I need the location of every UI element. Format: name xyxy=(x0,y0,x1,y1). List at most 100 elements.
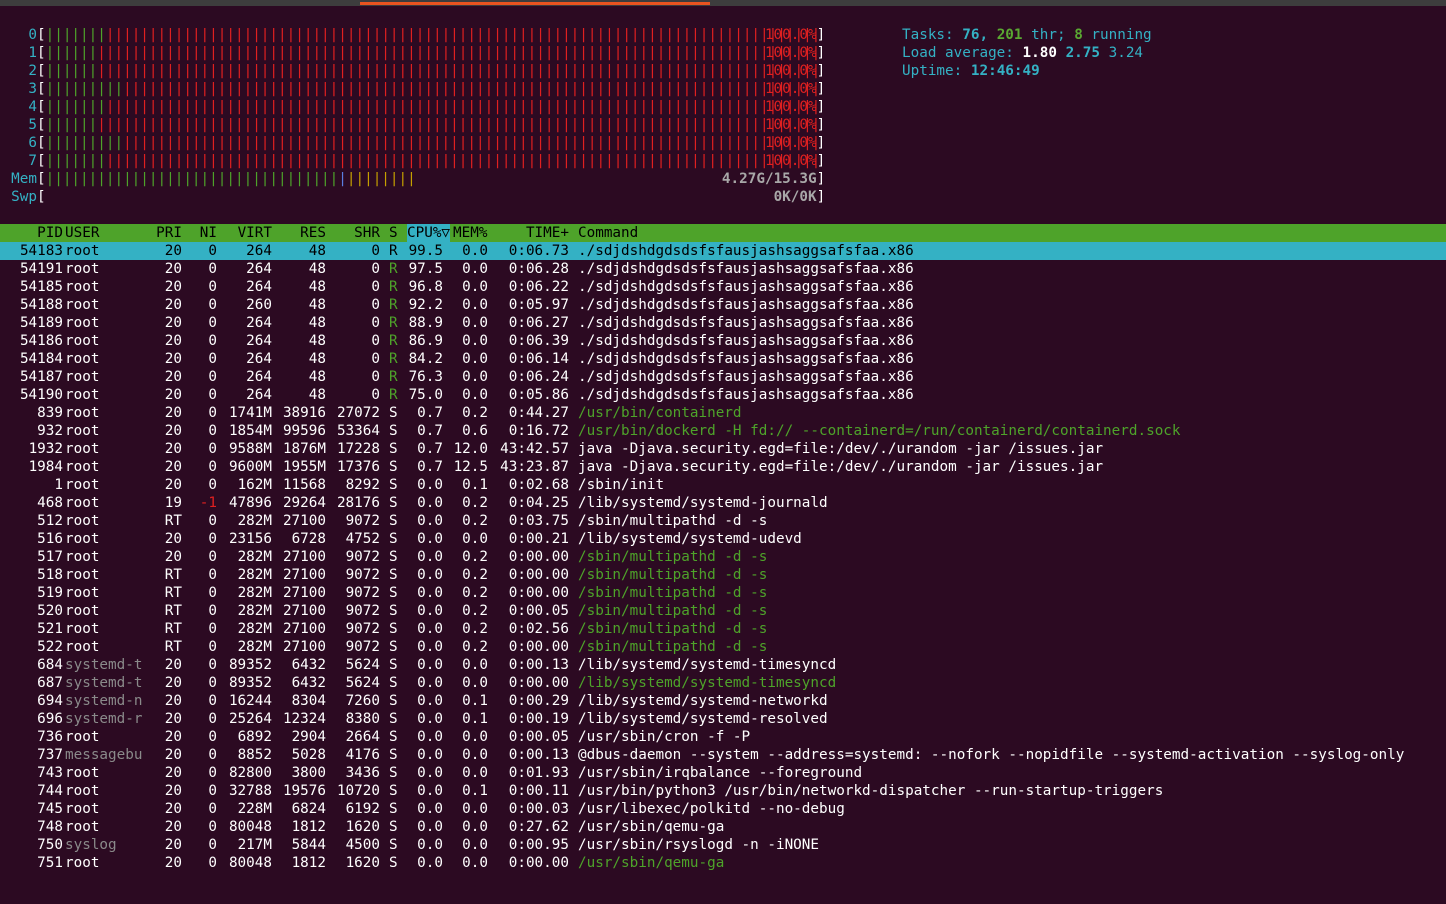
process-pid: 518 xyxy=(37,567,63,583)
meter-fill: ||||||||||||||||||||||||||||||||||||||||… xyxy=(45,81,817,97)
header-state[interactable]: S xyxy=(389,224,398,242)
process-row[interactable]: 748 root 20 0 80048 1812 1620 S 0.0 0.0 0:27.62/us… xyxy=(0,818,1446,836)
process-row[interactable]: 684 systemd-t 20 0 89352 6432 5624 S 0.0 0.0 0:00.… xyxy=(0,656,1446,674)
process-pid: 54185 xyxy=(19,279,63,295)
process-shr: 0 xyxy=(371,279,380,295)
running-count: 8 xyxy=(1074,27,1083,43)
header-shr[interactable]: SHR xyxy=(354,224,380,242)
process-row[interactable]: 522 root RT 0 282M 27100 9072 S 0.0 0.2 0:00.00/sb… xyxy=(0,638,1446,656)
process-row[interactable]: 512 root RT 0 282M 27100 9072 S 0.0 0.2 0:03.75/sb… xyxy=(0,512,1446,530)
header-time[interactable]: TIME+ xyxy=(526,224,569,242)
process-virt: 264 xyxy=(246,261,272,277)
process-row[interactable]: 750 syslog 20 0 217M 5844 4500 S 0.0 0.0 0:00.95/u… xyxy=(0,836,1446,854)
process-row[interactable]: 694 systemd-n 20 0 16244 8304 7260 S 0.0 0.1 0:00.… xyxy=(0,692,1446,710)
process-row[interactable]: 518 root RT 0 282M 27100 9072 S 0.0 0.2 0:00.00/sb… xyxy=(0,566,1446,584)
header-res[interactable]: RES xyxy=(300,224,326,242)
process-user: root xyxy=(65,477,100,493)
header-pid[interactable]: PID xyxy=(37,224,63,242)
meter-bracket-left: [ xyxy=(37,99,46,115)
process-row[interactable]: 744 root 20 0 32788 19576 10720 S 0.0 0.1 0:00.11 /… xyxy=(0,782,1446,800)
meter-value: 100.0% xyxy=(764,99,817,115)
process-shr: 9072 xyxy=(345,603,380,619)
process-row[interactable]: 1 root 20 0 162M 11568 8292 S 0.0 0.1 0:02.68/sbin… xyxy=(0,476,1446,494)
process-shr: 6192 xyxy=(345,801,380,817)
process-row[interactable]: 751 root 20 0 80048 1812 1620 S 0.0 0.0 0:00.00/us… xyxy=(0,854,1446,872)
process-row-selected[interactable]: 54183 root 20 0 264 48 0 R 99.5 0.0 0:06.73 ./sdjds… xyxy=(0,242,1446,260)
process-user: root xyxy=(65,621,100,637)
process-row[interactable]: 743 root 20 0 82800 3800 3436 S 0.0 0.0 0:01.93/us… xyxy=(0,764,1446,782)
process-virt: 264 xyxy=(246,369,272,385)
header-pri[interactable]: PRI xyxy=(156,224,182,242)
meter-bracket-left: [ xyxy=(37,81,46,97)
process-row[interactable]: 1984 root 20 0 9600M 1955M 17376 S 0.7 12.5 43:23.… xyxy=(0,458,1446,476)
process-row[interactable]: 696 systemd-r 20 0 25264 12324 8380 S 0.0 0.1 0:00… xyxy=(0,710,1446,728)
process-row[interactable]: 517 root 20 0 282M 27100 9072 S 0.0 0.2 0:00.00/sb… xyxy=(0,548,1446,566)
process-row[interactable]: 737 messagebu 20 0 8852 5028 4176 S 0.0 0.0 0:00.1… xyxy=(0,746,1446,764)
process-command: ./sdjdshdgdsdsfsfausjashsaggsafsfaa.x86 xyxy=(578,387,914,403)
process-time: 0:00.11 xyxy=(508,783,569,799)
process-command: ./sdjdshdgdsdsfsfausjashsaggsafsfaa.x86 xyxy=(578,297,914,313)
process-virt: 82800 xyxy=(228,765,272,781)
process-state: S xyxy=(389,603,398,619)
header-ni[interactable]: NI xyxy=(200,224,217,242)
process-res: 11568 xyxy=(282,477,326,493)
header-user[interactable]: USER xyxy=(65,224,99,242)
process-row[interactable]: 54190 root 20 0 264 48 0 R 75.0 0.0 0:05.86 ./sdjds… xyxy=(0,386,1446,404)
process-row[interactable]: 54184 root 20 0 264 48 0 R 84.2 0.0 0:06.14 ./sdjds… xyxy=(0,350,1446,368)
header-mem[interactable]: MEM% xyxy=(453,224,487,242)
process-pid: 521 xyxy=(37,621,63,637)
process-cpu: 0.0 xyxy=(417,567,443,583)
process-cpu: 88.9 xyxy=(408,315,443,331)
process-state: S xyxy=(389,657,398,673)
process-res: 48 xyxy=(308,387,326,403)
process-shr: 0 xyxy=(371,369,380,385)
process-row[interactable]: 839 root 20 0 1741M 38916 27072 S 0.7 0.2 0:44.27 /… xyxy=(0,404,1446,422)
process-command: /usr/bin/python3 /usr/bin/networkd-dispa… xyxy=(578,783,1164,799)
process-virt: 9600M xyxy=(228,459,272,475)
process-state: S xyxy=(389,549,398,565)
process-virt: 282M xyxy=(237,513,272,529)
process-row[interactable]: 54187 root 20 0 264 48 0 R 76.3 0.0 0:06.24 ./sdjds… xyxy=(0,368,1446,386)
memory-meter: Mem[||||||||||||||||||||||||||||||||||||… xyxy=(0,170,880,188)
process-row[interactable]: 1932 root 20 0 9588M 1876M 17228 S 0.7 12.0 43:42.… xyxy=(0,440,1446,458)
process-time: 0:00.00 xyxy=(508,549,569,565)
process-user: root xyxy=(65,243,100,259)
process-row[interactable]: 736 root 20 0 6892 2904 2664 S 0.0 0.0 0:00.05/usr… xyxy=(0,728,1446,746)
process-row[interactable]: 687 systemd-t 20 0 89352 6432 5624 S 0.0 0.0 0:00.… xyxy=(0,674,1446,692)
process-row[interactable]: 54191 root 20 0 264 48 0 R 97.5 0.0 0:06.28 ./sdjds… xyxy=(0,260,1446,278)
process-row[interactable]: 54186 root 20 0 264 48 0 R 86.9 0.0 0:06.39 ./sdjds… xyxy=(0,332,1446,350)
process-res: 48 xyxy=(308,297,326,313)
process-pid: 468 xyxy=(37,495,63,511)
header-virt[interactable]: VIRT xyxy=(238,224,272,242)
process-cpu: 0.0 xyxy=(417,639,443,655)
process-res: 29264 xyxy=(282,495,326,511)
header-command[interactable]: Command xyxy=(578,224,638,242)
process-row[interactable]: 521 root RT 0 282M 27100 9072 S 0.0 0.2 0:02.56/sb… xyxy=(0,620,1446,638)
process-row[interactable]: 516 root 20 0 23156 6728 4752 S 0.0 0.0 0:00.21/li… xyxy=(0,530,1446,548)
process-time: 0:05.86 xyxy=(508,387,569,403)
process-res: 1876M xyxy=(282,441,326,457)
process-virt: 9588M xyxy=(228,441,272,457)
process-row[interactable]: 54185 root 20 0 264 48 0 R 96.8 0.0 0:06.22 ./sdjds… xyxy=(0,278,1446,296)
process-row[interactable]: 520 root RT 0 282M 27100 9072 S 0.0 0.2 0:00.05/sb… xyxy=(0,602,1446,620)
process-res: 48 xyxy=(308,243,326,259)
header-cpu-sorted[interactable]: CPU%▽ xyxy=(407,224,451,242)
process-row[interactable]: 468 root 19 -1 47896 29264 28176 S 0.0 0.2 0:04.25… xyxy=(0,494,1446,512)
process-virt: 228M xyxy=(237,801,272,817)
process-res: 6824 xyxy=(291,801,326,817)
process-virt: 282M xyxy=(237,585,272,601)
process-virt: 89352 xyxy=(228,657,272,673)
process-shr: 1620 xyxy=(345,819,380,835)
process-state: S xyxy=(389,441,398,457)
process-row[interactable]: 54188 root 20 0 260 48 0 R 92.2 0.0 0:05.97 ./sdjds… xyxy=(0,296,1446,314)
process-cpu: 0.0 xyxy=(417,729,443,745)
active-tab-indicator[interactable] xyxy=(360,2,710,5)
process-row[interactable]: 519 root RT 0 282M 27100 9072 S 0.0 0.2 0:00.00/sb… xyxy=(0,584,1446,602)
process-row[interactable]: 745 root 20 0 228M 6824 6192 S 0.0 0.0 0:00.03/usr… xyxy=(0,800,1446,818)
process-state: R xyxy=(389,315,398,331)
process-state: S xyxy=(389,675,398,691)
meter-bracket-left: [ xyxy=(37,117,46,133)
process-row[interactable]: 932 root 20 0 1854M 99596 53364 S 0.7 0.6 0:16.72 /… xyxy=(0,422,1446,440)
process-row[interactable]: 54189 root 20 0 264 48 0 R 88.9 0.0 0:06.27 ./sdjds… xyxy=(0,314,1446,332)
process-list[interactable]: 54183 root 20 0 264 48 0 R 99.5 0.0 0:06.73 ./sdjds… xyxy=(0,242,1446,872)
